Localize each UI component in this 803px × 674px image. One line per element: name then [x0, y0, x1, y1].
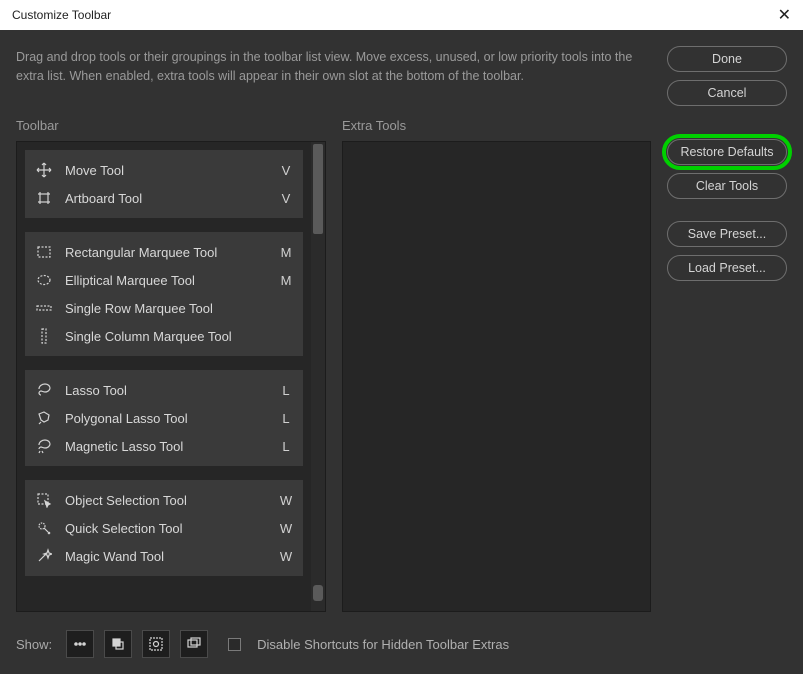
tool-shortcut: V	[279, 191, 293, 206]
tool-group[interactable]: Object Selection ToolWQuick Selection To…	[25, 480, 303, 576]
show-foreground-background-icon[interactable]	[104, 630, 132, 658]
show-options-icon[interactable]	[66, 630, 94, 658]
tool-group[interactable]: Lasso ToolLPolygonal Lasso ToolLMagnetic…	[25, 370, 303, 466]
col-marquee-icon	[35, 327, 53, 345]
tool-row[interactable]: Magic Wand Tool W	[25, 542, 303, 570]
titlebar: Customize Toolbar ✕	[0, 0, 803, 30]
show-label: Show:	[16, 637, 52, 652]
ellipse-marquee-icon	[35, 271, 53, 289]
tool-name: Lasso Tool	[65, 383, 267, 398]
scrollbar-thumb-bottom[interactable]	[313, 585, 323, 601]
tool-row[interactable]: Rectangular Marquee Tool M	[25, 238, 303, 266]
tool-row[interactable]: Object Selection Tool W	[25, 486, 303, 514]
poly-lasso-icon	[35, 409, 53, 427]
tool-shortcut: L	[279, 383, 293, 398]
mag-lasso-icon	[35, 437, 53, 455]
lasso-icon	[35, 381, 53, 399]
restore-defaults-button[interactable]: Restore Defaults	[667, 139, 787, 165]
tool-row[interactable]: Magnetic Lasso Tool L	[25, 432, 303, 460]
show-screenmode-icon[interactable]	[180, 630, 208, 658]
tool-row[interactable]: Artboard Tool V	[25, 184, 303, 212]
scrollbar-thumb[interactable]	[313, 144, 323, 234]
extra-column-label: Extra Tools	[342, 118, 651, 133]
tool-name: Single Column Marquee Tool	[65, 329, 267, 344]
scrollbar[interactable]	[311, 142, 325, 611]
tool-row[interactable]: Lasso Tool L	[25, 376, 303, 404]
row-marquee-icon	[35, 299, 53, 317]
tool-shortcut: L	[279, 439, 293, 454]
tool-row[interactable]: Quick Selection Tool W	[25, 514, 303, 542]
tool-shortcut: W	[279, 549, 293, 564]
tool-shortcut: V	[279, 163, 293, 178]
tool-row[interactable]: Single Row Marquee Tool	[25, 294, 303, 322]
toolbar-column-label: Toolbar	[16, 118, 326, 133]
tool-group[interactable]: Move Tool V Artboard Tool V	[25, 150, 303, 218]
done-button[interactable]: Done	[667, 46, 787, 72]
window-title: Customize Toolbar	[12, 8, 111, 22]
tool-name: Magnetic Lasso Tool	[65, 439, 267, 454]
tool-shortcut: W	[279, 521, 293, 536]
tool-shortcut: W	[279, 493, 293, 508]
rect-marquee-icon	[35, 243, 53, 261]
tool-name: Magic Wand Tool	[65, 549, 267, 564]
tool-name: Artboard Tool	[65, 191, 267, 206]
tool-name: Quick Selection Tool	[65, 521, 267, 536]
toolbar-list[interactable]: Move Tool V Artboard Tool V Rectangular Marq…	[16, 141, 326, 612]
wand-icon	[35, 547, 53, 565]
tool-name: Single Row Marquee Tool	[65, 301, 267, 316]
tool-name: Rectangular Marquee Tool	[65, 245, 267, 260]
tool-name: Elliptical Marquee Tool	[65, 273, 267, 288]
tool-shortcut: M	[279, 245, 293, 260]
disable-shortcuts-checkbox[interactable]	[228, 638, 241, 651]
disable-shortcuts-label[interactable]: Disable Shortcuts for Hidden Toolbar Ext…	[257, 637, 509, 652]
tool-row[interactable]: Move Tool V	[25, 156, 303, 184]
cancel-button[interactable]: Cancel	[667, 80, 787, 106]
tool-group[interactable]: Rectangular Marquee ToolMElliptical Marq…	[25, 232, 303, 356]
show-quickmask-icon[interactable]	[142, 630, 170, 658]
artboard-icon	[35, 189, 53, 207]
extra-tools-list[interactable]	[342, 141, 651, 612]
clear-tools-button[interactable]: Clear Tools	[667, 173, 787, 199]
tool-row[interactable]: Elliptical Marquee Tool M	[25, 266, 303, 294]
close-icon[interactable]: ✕	[778, 5, 791, 25]
quick-select-icon	[35, 519, 53, 537]
tool-name: Move Tool	[65, 163, 267, 178]
dialog-description: Drag and drop tools or their groupings i…	[16, 46, 651, 106]
tool-shortcut: L	[279, 411, 293, 426]
obj-select-icon	[35, 491, 53, 509]
save-preset-button[interactable]: Save Preset...	[667, 221, 787, 247]
tool-shortcut: M	[279, 273, 293, 288]
tool-name: Object Selection Tool	[65, 493, 267, 508]
tool-row[interactable]: Single Column Marquee Tool	[25, 322, 303, 350]
load-preset-button[interactable]: Load Preset...	[667, 255, 787, 281]
tool-row[interactable]: Polygonal Lasso Tool L	[25, 404, 303, 432]
tool-name: Polygonal Lasso Tool	[65, 411, 267, 426]
move-icon	[35, 161, 53, 179]
